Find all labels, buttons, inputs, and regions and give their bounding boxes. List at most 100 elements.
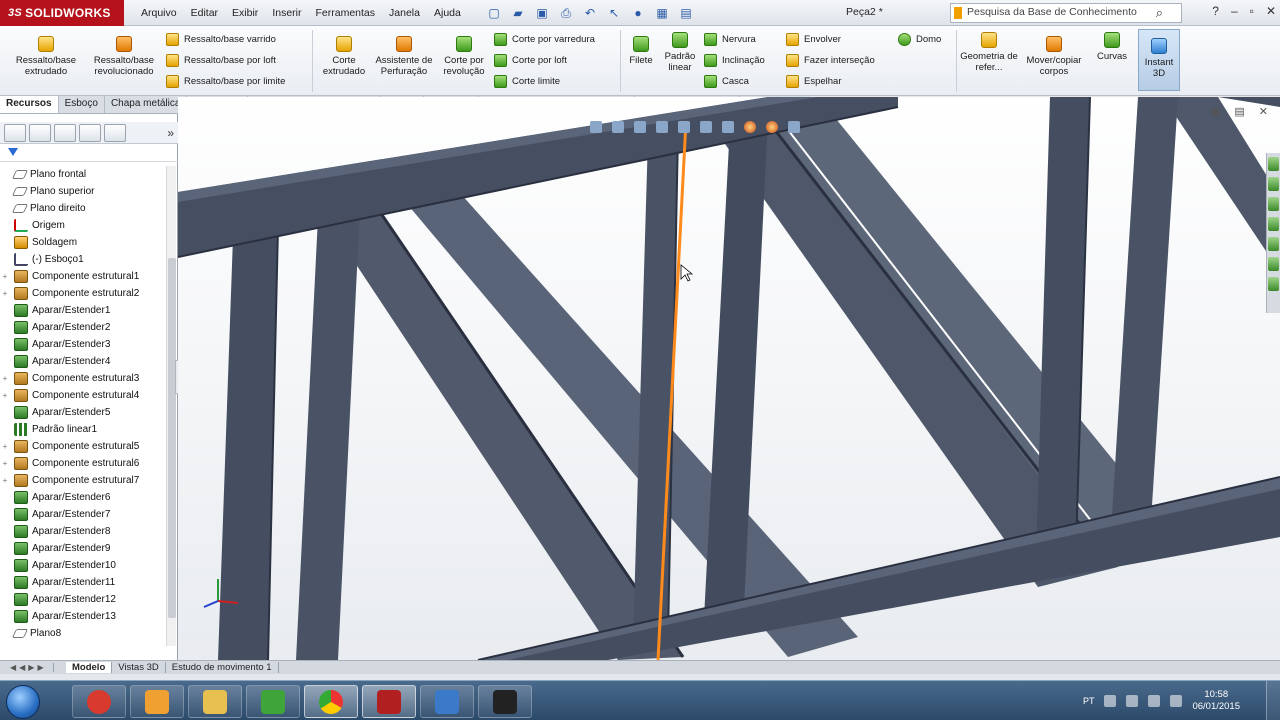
menu-item[interactable]: Arquivo <box>134 7 184 19</box>
viewport-restore-icon[interactable]: ▣ <box>1210 105 1220 118</box>
curves-button[interactable]: Curvas <box>1092 32 1132 62</box>
notification-icon[interactable] <box>1148 695 1161 707</box>
feature-tree-item[interactable]: + Componente estrutural3 <box>0 370 164 387</box>
feature-tree-item[interactable]: Aparar/Estender6 <box>0 489 164 506</box>
network-icon[interactable] <box>1126 695 1139 707</box>
taskbar-app-button[interactable] <box>130 685 184 718</box>
property-manager-tab[interactable] <box>29 123 51 142</box>
tab-chapa-met-lica[interactable]: Chapa metálica <box>105 96 188 113</box>
feature-tree-item[interactable]: Aparar/Estender8 <box>0 523 164 540</box>
menu-item[interactable]: Editar <box>184 7 225 19</box>
graphics-area[interactable]: ▣ ▤ ✕ <box>178 97 1280 660</box>
mirror-button[interactable]: Espelhar <box>786 73 842 89</box>
hide-show-items-icon[interactable] <box>722 121 734 133</box>
expand-toggle-icon[interactable]: + <box>0 374 10 383</box>
expand-toggle-icon[interactable]: + <box>0 272 10 281</box>
extruded-boss-button[interactable]: Ressalto/base extrudado <box>6 36 86 77</box>
feature-tree-item[interactable]: Padrão linear1 <box>0 421 164 438</box>
search-icon[interactable]: ⌕ <box>1156 5 1163 21</box>
intersect-button[interactable]: Fazer interseção <box>786 52 875 68</box>
help-icon[interactable]: ? <box>1212 4 1219 18</box>
view-settings-icon[interactable] <box>788 121 800 133</box>
expand-toggle-icon[interactable]: + <box>0 476 10 485</box>
taskbar-app-button[interactable] <box>304 685 358 718</box>
save-icon[interactable]: ▣ <box>533 4 551 22</box>
revolved-boss-button[interactable]: Ressalto/base revolucionado <box>88 36 160 77</box>
apply-scene-icon[interactable] <box>766 121 778 133</box>
draft-button[interactable]: Inclinação <box>704 52 765 68</box>
taskbar-app-button[interactable] <box>72 685 126 718</box>
forum-icon[interactable] <box>1268 277 1279 291</box>
display-manager-tab[interactable] <box>104 123 126 142</box>
expand-toggle-icon[interactable]: + <box>0 442 10 451</box>
model-tab[interactable]: Vistas 3D <box>112 662 166 673</box>
solidworks-resources-icon[interactable] <box>1268 157 1279 171</box>
tree-scrollbar[interactable] <box>166 166 176 646</box>
tab-navigation-arrows-icon[interactable]: ◀◀▶▶ <box>4 663 54 672</box>
volume-icon[interactable] <box>1170 695 1183 707</box>
hole-wizard-button[interactable]: Assistente de Perfuração <box>374 36 434 77</box>
boundary-boss-button[interactable]: Ressalto/base por limite <box>166 73 285 89</box>
menu-item[interactable]: Janela <box>382 7 427 19</box>
appearances-icon[interactable] <box>1268 237 1279 251</box>
tree-filter[interactable] <box>0 146 178 162</box>
feature-tree-item[interactable]: Aparar/Estender1 <box>0 302 164 319</box>
print-icon[interactable]: ⎙ <box>557 4 575 22</box>
instant-3d-button[interactable]: Instant 3D <box>1138 29 1180 91</box>
tab-esbo-o[interactable]: Esboço <box>59 96 105 113</box>
zoom-to-fit-icon[interactable] <box>590 121 602 133</box>
feature-tree-item[interactable]: + Componente estrutural2 <box>0 285 164 302</box>
feature-tree-item[interactable]: + Componente estrutural6 <box>0 455 164 472</box>
feature-tree-item[interactable]: + Componente estrutural1 <box>0 268 164 285</box>
feature-tree-item[interactable]: + Componente estrutural5 <box>0 438 164 455</box>
expand-toggle-icon[interactable]: + <box>0 391 10 400</box>
file-explorer-icon[interactable] <box>1268 197 1279 211</box>
expand-toggle-icon[interactable]: + <box>0 289 10 298</box>
feature-tree-item[interactable]: Aparar/Estender12 <box>0 591 164 608</box>
feature-tree-item[interactable]: + Componente estrutural4 <box>0 387 164 404</box>
feature-tree-item[interactable]: Plano frontal <box>0 166 164 183</box>
feature-tree-item[interactable]: Aparar/Estender3 <box>0 336 164 353</box>
revolved-cut-button[interactable]: Corte por revolução <box>436 36 492 77</box>
file-properties-icon[interactable]: ▤ <box>677 4 695 22</box>
feature-tree-item[interactable]: Plano direito <box>0 200 164 217</box>
zoom-to-area-icon[interactable] <box>612 121 624 133</box>
feature-tree-item[interactable]: Aparar/Estender2 <box>0 319 164 336</box>
dimxpert-manager-tab[interactable] <box>79 123 101 142</box>
view-orientation-icon[interactable] <box>678 121 690 133</box>
design-library-icon[interactable] <box>1268 177 1279 191</box>
swept-cut-button[interactable]: Corte por varredura <box>494 31 595 47</box>
truss-model[interactable] <box>178 97 1280 660</box>
shell-button[interactable]: Casca <box>704 73 749 89</box>
select-cursor-icon[interactable]: ↖ <box>605 4 623 22</box>
taskbar-app-button[interactable] <box>478 685 532 718</box>
model-tab[interactable]: Modelo <box>66 662 113 673</box>
taskbar-app-button[interactable] <box>362 685 416 718</box>
viewport-close-icon[interactable]: ✕ <box>1259 105 1268 118</box>
scrollbar-thumb[interactable] <box>168 258 176 618</box>
restore-icon[interactable]: ▫ <box>1250 4 1254 18</box>
feature-tree-item[interactable]: Aparar/Estender11 <box>0 574 164 591</box>
options-icon[interactable]: ▦ <box>653 4 671 22</box>
boundary-cut-button[interactable]: Corte limite <box>494 73 560 89</box>
feature-tree-item[interactable]: + Componente estrutural7 <box>0 472 164 489</box>
dome-button[interactable]: Domo <box>898 31 941 47</box>
taskbar-app-button[interactable] <box>246 685 300 718</box>
show-desktop-button[interactable] <box>1266 681 1280 720</box>
custom-properties-icon[interactable] <box>1268 257 1279 271</box>
edit-appearance-icon[interactable] <box>744 121 756 133</box>
menu-item[interactable]: Exibir <box>225 7 265 19</box>
start-button[interactable] <box>6 685 40 719</box>
linear-pattern-button[interactable]: Padrão linear <box>660 32 700 73</box>
wrap-button[interactable]: Envolver <box>786 31 841 47</box>
tab-recursos[interactable]: Recursos <box>0 96 59 113</box>
feature-tree-item[interactable]: Plano8 <box>0 625 164 642</box>
open-folder-icon[interactable]: ▰ <box>509 4 527 22</box>
language-indicator[interactable]: PT <box>1083 696 1095 706</box>
previous-view-icon[interactable] <box>634 121 646 133</box>
expand-toggle-icon[interactable]: + <box>0 459 10 468</box>
reference-geometry-button[interactable]: Geometria de refer... <box>960 32 1018 73</box>
taskbar-app-button[interactable] <box>420 685 474 718</box>
new-document-icon[interactable]: ▢ <box>485 4 503 22</box>
rebuild-icon[interactable]: ● <box>629 4 647 22</box>
